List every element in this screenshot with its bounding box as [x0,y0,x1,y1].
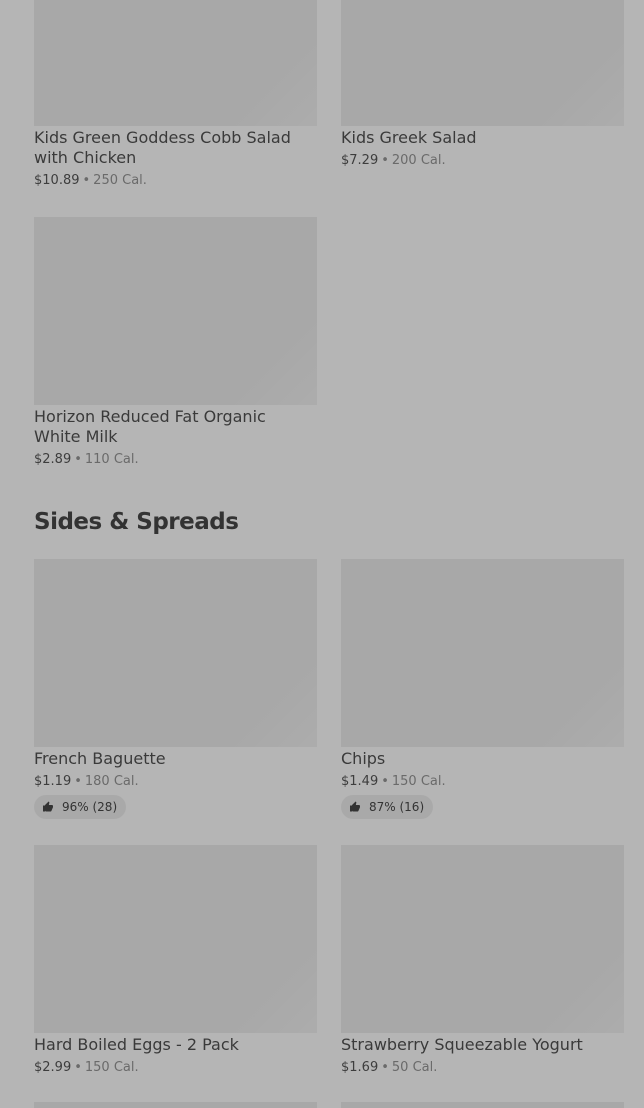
item-image[interactable] [34,1102,317,1108]
item-calories: 250 Cal. [93,173,147,188]
item-calories: 180 Cal. [84,774,139,789]
item-meta: $1.69 • 50 Cal. [341,1058,624,1078]
item-meta: $10.89 • 250 Cal. [34,171,317,191]
item-name[interactable]: Hard Boiled Eggs - 2 Pack [34,1035,317,1055]
item-name[interactable]: Horizon Reduced Fat Organic White Milk [34,407,317,447]
menu-item-card[interactable]: Chips $1.49 • 150 Cal. 87% (16) [341,559,624,819]
item-name[interactable]: Kids Greek Salad [341,128,624,148]
meta-separator: • [381,1060,389,1075]
item-calories: 50 Cal. [391,1060,438,1075]
meta-separator: • [74,774,82,789]
section-title: Sides & Spreads [34,509,239,535]
item-calories: 200 Cal. [391,153,446,168]
menu-item-card[interactable]: Strawberry Squeezable Yogurt $1.69 • 50 Ca… [341,845,624,1078]
item-image[interactable] [341,845,624,1033]
meta-separator: • [82,173,91,188]
item-name[interactable]: Chips [341,749,624,769]
rating-badge: 87% (16) [341,795,434,819]
menu-page: Kids Green Goddess Cobb Salad with Chick… [0,0,644,1108]
item-price: $10.89 [34,173,80,188]
rating-text: 87% (16) [369,800,425,814]
item-meta: $2.99 • 150 Cal. [34,1058,317,1078]
meta-separator: • [74,452,82,467]
menu-item-card[interactable]: Horizon Reduced Fat Organic White Milk $… [34,217,317,470]
item-price: $2.89 [34,452,72,467]
menu-item-card[interactable]: Kids Green Goddess Cobb Salad with Chick… [34,0,317,191]
item-name[interactable]: Kids Green Goddess Cobb Salad with Chick… [34,128,317,168]
item-image[interactable] [34,559,317,747]
meta-separator: • [381,774,389,789]
item-calories: 150 Cal. [391,774,446,789]
item-meta: $1.19 • 180 Cal. [34,772,317,792]
menu-item-card[interactable]: Kids Greek Salad $7.29 • 200 Cal. [341,0,624,171]
item-price: $1.49 [341,774,379,789]
item-calories: 150 Cal. [84,1060,139,1075]
item-image[interactable] [341,559,624,747]
item-image[interactable] [341,1102,624,1108]
item-price: $7.29 [341,153,379,168]
item-price: $1.69 [341,1060,379,1075]
item-meta: $1.49 • 150 Cal. [341,772,624,792]
thumbs-up-icon [43,801,53,812]
item-name[interactable]: Strawberry Squeezable Yogurt [341,1035,624,1055]
rating-badge: 96% (28) [34,795,127,819]
item-price: $2.99 [34,1060,72,1075]
item-name[interactable]: French Baguette [34,749,317,769]
item-calories: 110 Cal. [84,452,139,467]
item-image[interactable] [341,0,624,126]
thumbs-up-icon [350,801,360,812]
meta-separator: • [381,153,389,168]
meta-separator: • [74,1060,82,1075]
item-meta: $7.29 • 200 Cal. [341,151,624,171]
item-image[interactable] [34,845,317,1033]
menu-item-card[interactable]: French Baguette $1.19 • 180 Cal. 96% (28) [34,559,317,819]
menu-item-card[interactable]: Hard Boiled Eggs - 2 Pack $2.99 • 150 Cal. [34,845,317,1078]
rating-text: 96% (28) [62,800,118,814]
item-image[interactable] [34,0,317,126]
item-price: $1.19 [34,774,72,789]
item-meta: $2.89 • 110 Cal. [34,450,317,470]
item-image[interactable] [34,217,317,405]
